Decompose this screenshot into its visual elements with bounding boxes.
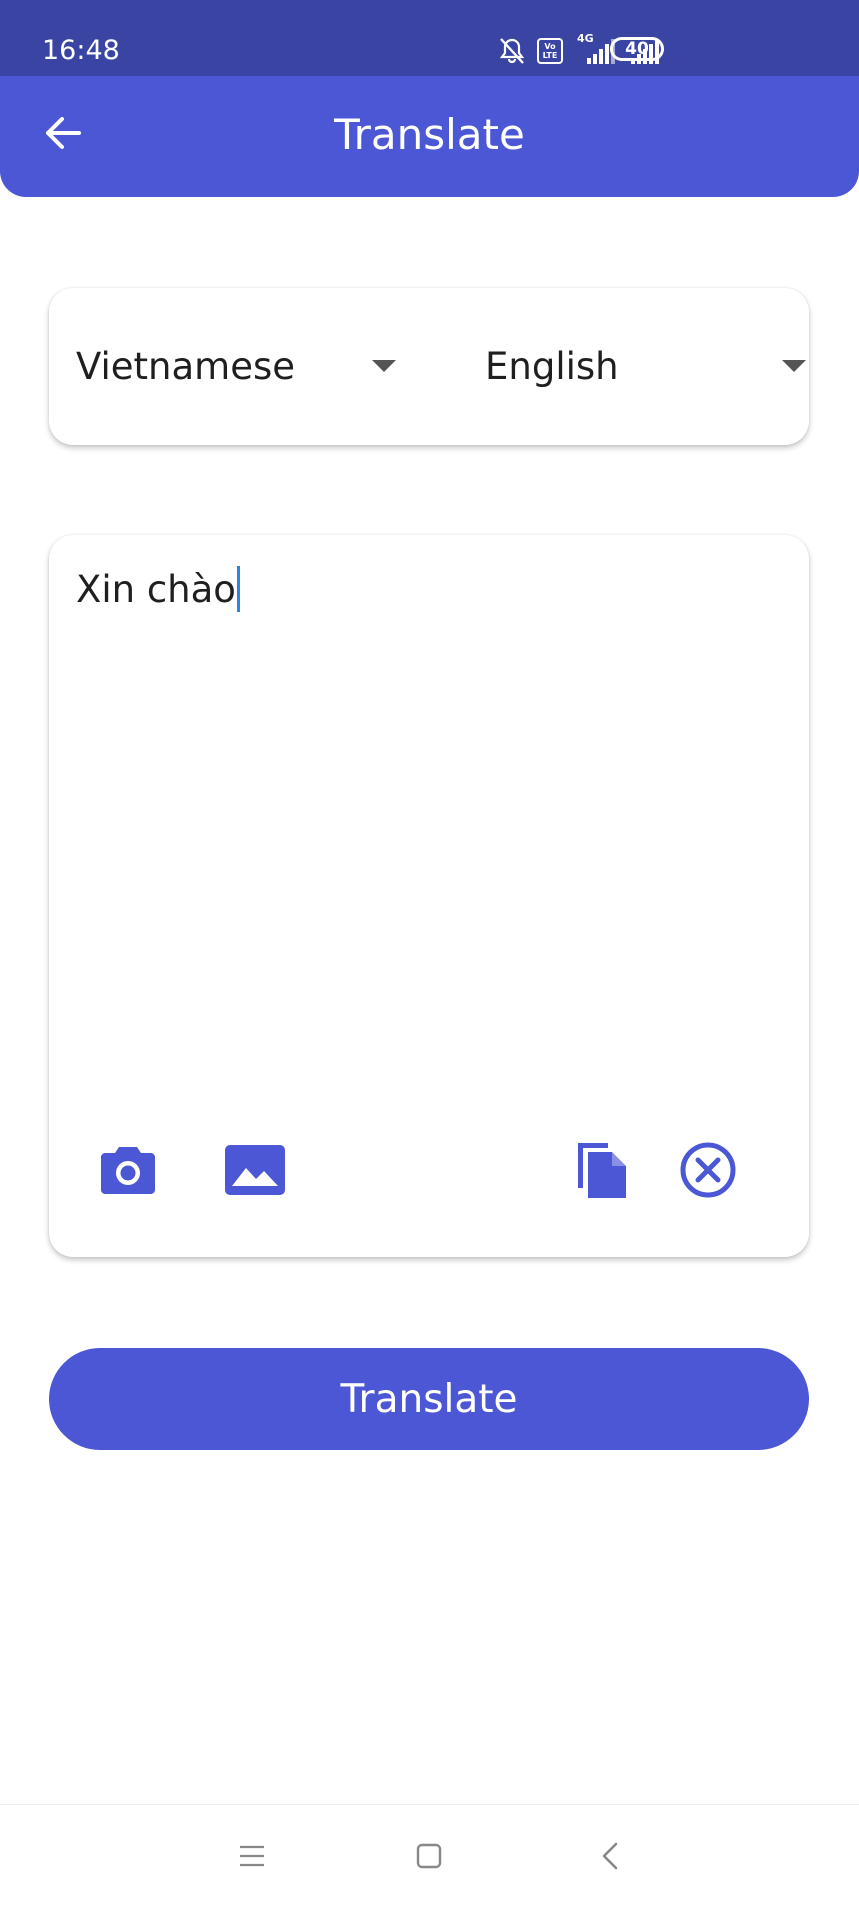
system-back-button[interactable]	[585, 1831, 635, 1881]
app-bar: Translate	[0, 76, 859, 197]
battery-level: 40	[625, 39, 649, 59]
input-card: Xin chào	[49, 535, 809, 1257]
gallery-button[interactable]	[215, 1130, 295, 1210]
camera-icon	[101, 1147, 155, 1194]
status-time: 16:48	[42, 35, 120, 66]
clear-button[interactable]	[668, 1130, 748, 1210]
battery-indicator: 40	[610, 37, 664, 61]
status-bar: 16:48 Vo LTE 4G 40	[0, 0, 859, 76]
square-icon	[416, 1843, 442, 1869]
navigation-bar	[0, 1804, 859, 1909]
paste-button[interactable]	[562, 1130, 642, 1210]
clear-icon	[680, 1142, 736, 1198]
translate-button[interactable]: Translate	[49, 1348, 809, 1450]
source-language-dropdown[interactable]: Vietnamese	[76, 288, 406, 445]
target-language-dropdown[interactable]: English	[485, 288, 825, 445]
image-icon	[225, 1145, 285, 1195]
source-language-label: Vietnamese	[76, 345, 296, 388]
mute-bell-icon	[499, 38, 525, 64]
chevron-down-icon	[782, 360, 806, 372]
chevron-down-icon	[372, 360, 396, 372]
recent-apps-button[interactable]	[227, 1831, 277, 1881]
target-language-label: English	[485, 345, 619, 388]
source-text-input[interactable]: Xin chào	[76, 559, 776, 1079]
source-text-value: Xin chào	[76, 568, 236, 611]
home-button[interactable]	[404, 1831, 454, 1881]
menu-icon	[240, 1845, 264, 1867]
camera-button[interactable]	[88, 1130, 168, 1210]
chevron-left-icon	[602, 1842, 618, 1870]
page-title: Translate	[334, 110, 525, 159]
volte-badge: Vo LTE	[537, 38, 563, 64]
language-selector-card: Vietnamese English	[49, 288, 809, 445]
paste-icon	[578, 1143, 626, 1198]
text-cursor	[236, 565, 240, 612]
